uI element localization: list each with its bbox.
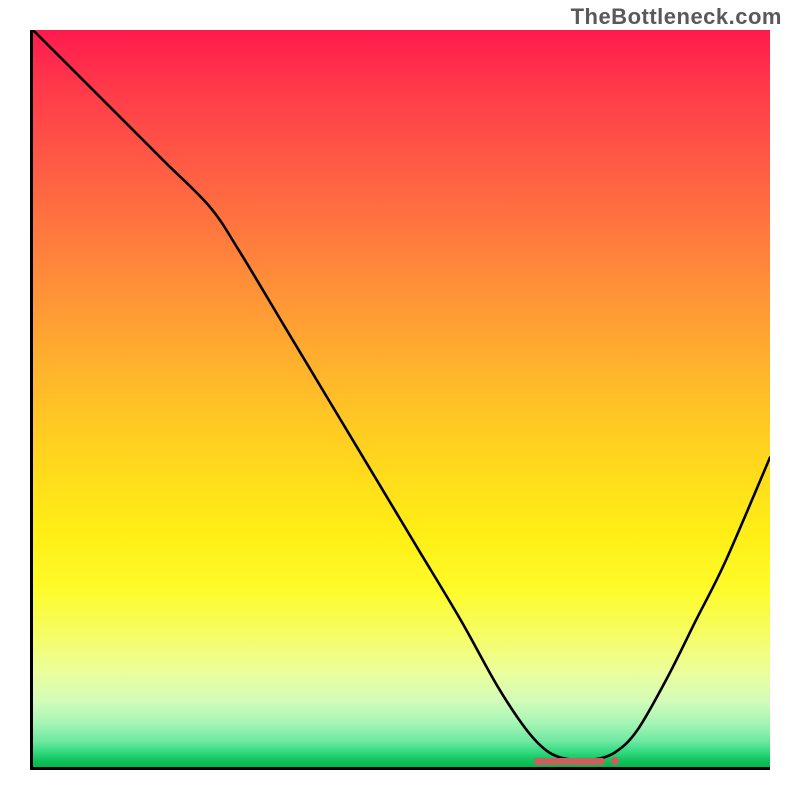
plot-area [33,30,770,767]
watermark-text: TheBottleneck.com [571,4,782,30]
optimal-range-marker [534,758,605,765]
bottleneck-curve [33,30,770,761]
curve-svg [33,30,770,767]
